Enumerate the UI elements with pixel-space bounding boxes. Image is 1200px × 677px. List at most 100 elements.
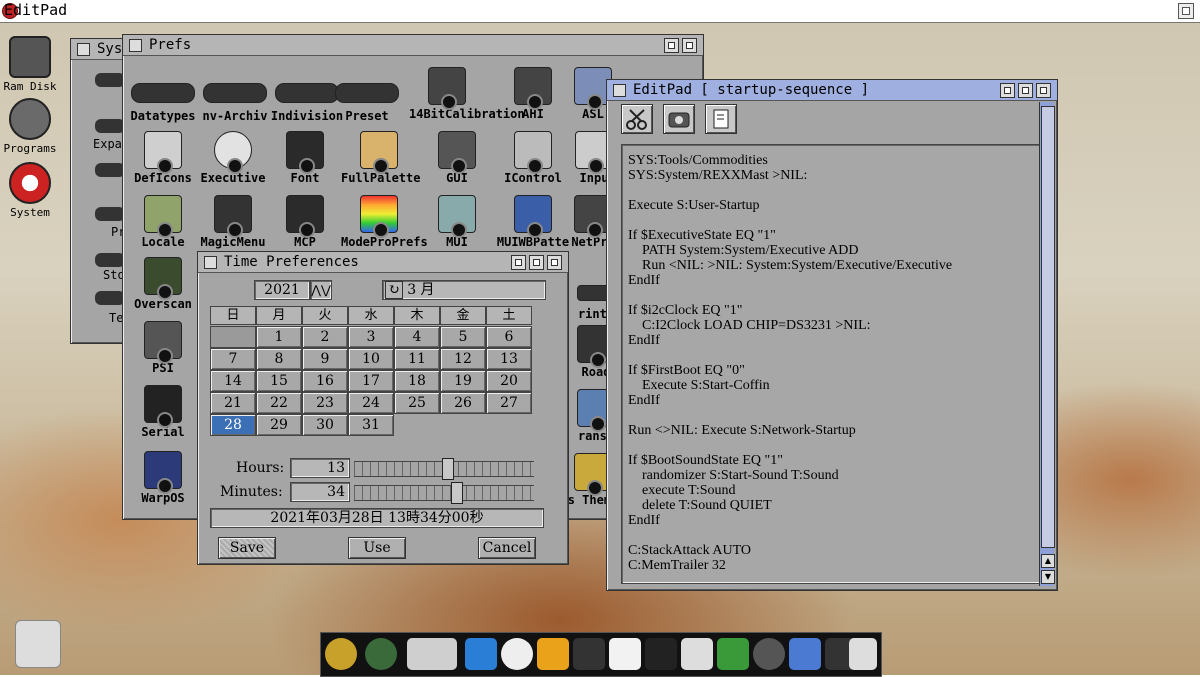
month-cycle-field[interactable]: ↻ 3 月 (382, 280, 546, 300)
calendar-day[interactable]: 22 (256, 392, 302, 414)
drawer-icon[interactable] (95, 207, 125, 221)
calendar-day[interactable]: 12 (440, 348, 486, 370)
iconify-gadget-icon[interactable] (1000, 83, 1015, 98)
prefs-icon-ahi[interactable]: AHI (495, 67, 571, 121)
cut-scissors-icon[interactable] (621, 104, 653, 134)
editor-line[interactable] (628, 528, 1038, 543)
s-logo-icon[interactable] (717, 638, 749, 670)
editor-line[interactable]: EndIf (628, 393, 1038, 408)
editor-line[interactable]: C:MemTrailer 32 (628, 558, 1038, 573)
copy-icon[interactable] (663, 104, 695, 134)
prefs-window-title-bar[interactable]: Prefs (123, 35, 703, 56)
desktop-icon-programs[interactable]: Programs (0, 98, 60, 155)
calendar-day[interactable]: 30 (302, 414, 348, 436)
calendar-day[interactable]: 17 (348, 370, 394, 392)
calendar-day[interactable]: 25 (394, 392, 440, 414)
calendar-day[interactable]: 29 (256, 414, 302, 436)
calendar-day[interactable]: 2 (302, 326, 348, 348)
editor-line[interactable]: If $FirstBoot EQ "0" (628, 363, 1038, 378)
prefs-icon-14bitcalibration[interactable]: 14BitCalibration (409, 67, 525, 121)
prefs-icon-psi[interactable]: PSI (125, 321, 201, 375)
editor-line[interactable]: EndIf (628, 273, 1038, 288)
disc-icon[interactable] (753, 638, 785, 670)
drawer-icon[interactable] (95, 253, 125, 267)
year-field[interactable]: 2021 (254, 280, 310, 300)
editor-line[interactable]: PATH System:System/Executive ADD (628, 243, 1038, 258)
editor-line[interactable]: EndIf (628, 513, 1038, 528)
calendar-day[interactable]: 11 (394, 348, 440, 370)
editpad-window-title-bar[interactable]: EditPad [ startup-sequence ] (607, 80, 1057, 101)
calendar-day[interactable]: 31 (348, 414, 394, 436)
use-button[interactable]: Use (348, 537, 406, 559)
year-cycle-icon[interactable]: ⋀⋁ (310, 280, 332, 300)
time-window-title-bar[interactable]: Time Preferences (198, 252, 568, 273)
prefs-icon-mcp[interactable]: MCP (267, 195, 343, 249)
editor-line[interactable]: C:I2Clock LOAD CHIP=DS3231 >NIL: (628, 318, 1038, 333)
calendar-day[interactable]: 7 (210, 348, 256, 370)
prefs-icon-deficons[interactable]: DefIcons (125, 131, 201, 185)
editor-line[interactable]: SYS:System/REXXMast >NIL: (628, 168, 1038, 183)
editor-line[interactable] (628, 348, 1038, 363)
scrollbar-knob[interactable] (1041, 106, 1055, 548)
editor-line[interactable]: Execute S:User-Startup (628, 198, 1038, 213)
editor-line[interactable] (628, 408, 1038, 423)
calendar-day[interactable]: 5 (440, 326, 486, 348)
editor-line[interactable]: randomizer S:Start-Sound T:Sound (628, 468, 1038, 483)
calendar-day[interactable]: 14 (210, 370, 256, 392)
editor-line[interactable]: C:StackAttack AUTO (628, 543, 1038, 558)
close-gadget-icon[interactable] (613, 84, 626, 97)
editor-line[interactable]: If $i2cClock EQ "1" (628, 303, 1038, 318)
editor-line[interactable]: Run <NIL: >NIL: System:System/Executive/… (628, 258, 1038, 273)
calendar-day[interactable]: 9 (302, 348, 348, 370)
calendar-day[interactable]: 26 (440, 392, 486, 414)
finder-icon[interactable] (789, 638, 821, 670)
clapper-icon[interactable] (645, 638, 677, 670)
calendar-day[interactable]: 24 (348, 392, 394, 414)
gamepad-icon[interactable] (681, 638, 713, 670)
calendar-day[interactable]: 16 (302, 370, 348, 392)
drive-icon[interactable] (849, 638, 877, 670)
time-preferences-window[interactable]: Time Preferences 2021 ⋀⋁ ↻ 3 月 日 月 火 水 木… (197, 251, 569, 565)
editpad-window[interactable]: EditPad [ startup-sequence ] SYS:Tools/C… (606, 79, 1058, 591)
arrow-icon[interactable] (465, 638, 497, 670)
calendar-day[interactable]: 10 (348, 348, 394, 370)
prefs-icon-modepro[interactable]: ModeProPrefs (341, 195, 428, 249)
desktop-icon-system[interactable]: System (0, 162, 60, 219)
prefs-icon-muiwbpatte[interactable]: MUIWBPatte (495, 195, 571, 249)
editor-line[interactable] (628, 183, 1038, 198)
editor-line[interactable]: Run <>NIL: Execute S:Network-Startup (628, 423, 1038, 438)
zoom-gadget-icon[interactable] (664, 38, 679, 53)
editor-line[interactable]: EndIf (628, 333, 1038, 348)
calendar-day[interactable]: 3 (348, 326, 394, 348)
prefs-icon-serial[interactable]: Serial (125, 385, 201, 439)
notepad-icon[interactable] (609, 638, 641, 670)
prefs-icon-nv-archiv[interactable]: nv-Archiv (197, 71, 273, 123)
calendar-day[interactable]: 6 (486, 326, 532, 348)
screens-icon[interactable] (407, 638, 457, 670)
scroll-down-icon[interactable]: ▼ (1041, 570, 1055, 584)
calendar-day[interactable]: 1 (256, 326, 302, 348)
prefs-icon-overscan[interactable]: Overscan (125, 257, 201, 311)
terminal-icon[interactable] (573, 638, 605, 670)
globe-icon[interactable] (365, 638, 397, 670)
hours-field[interactable]: 13 (290, 458, 350, 478)
editor-line[interactable] (628, 288, 1038, 303)
prefs-icon-mui[interactable]: MUI (419, 195, 495, 249)
editor-line[interactable] (628, 438, 1038, 453)
drawer-icon[interactable] (95, 163, 125, 177)
editor-line[interactable] (628, 213, 1038, 228)
drawer-icon[interactable] (95, 73, 125, 87)
save-button[interactable]: Save (218, 537, 276, 559)
chat-bubble-icon[interactable] (501, 638, 533, 670)
calendar-day[interactable]: 23 (302, 392, 348, 414)
calendar-day-selected[interactable]: 28 (210, 414, 256, 436)
vertical-scrollbar[interactable]: ▲ ▼ (1039, 102, 1055, 586)
prefs-icon-preset[interactable]: Preset (329, 71, 405, 123)
cancel-button[interactable]: Cancel (478, 537, 536, 559)
desktop-icon-drive[interactable] (14, 620, 62, 670)
hours-slider[interactable] (354, 458, 534, 480)
calendar-day[interactable]: 18 (394, 370, 440, 392)
close-gadget-icon[interactable] (204, 256, 217, 269)
desktop-icon-ram-disk[interactable]: Ram Disk (0, 36, 60, 93)
minutes-slider-knob[interactable] (451, 482, 463, 504)
